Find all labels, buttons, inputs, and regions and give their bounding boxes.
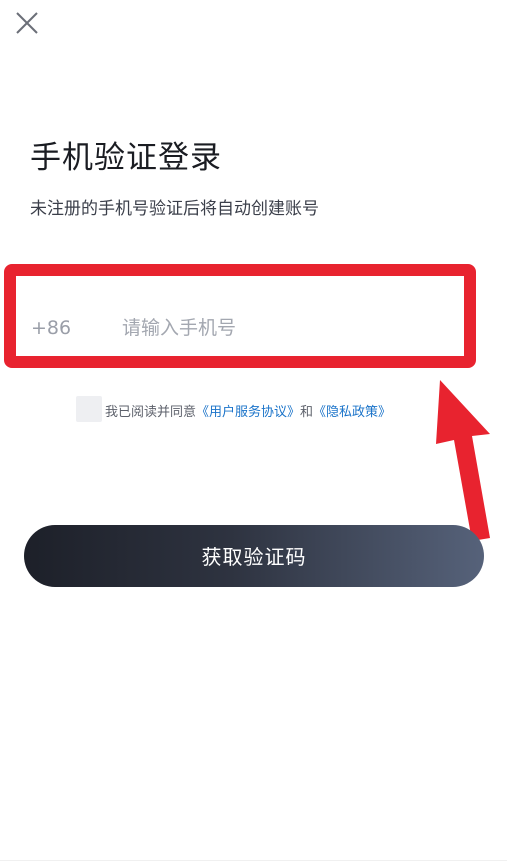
user-agreement-link[interactable]: 《用户服务协议》 — [196, 405, 300, 420]
page-subtitle: 未注册的手机号验证后将自动创建账号 — [30, 199, 319, 219]
bottom-divider — [0, 860, 507, 861]
close-button[interactable] — [10, 6, 44, 40]
login-page: 手机验证登录 未注册的手机号验证后将自动创建账号 +86 我已阅读并同意《用户服… — [0, 0, 507, 867]
page-title: 手机验证登录 — [30, 140, 222, 176]
close-icon — [16, 12, 38, 34]
agreement-checkbox[interactable] — [76, 396, 102, 422]
phone-input-row: +86 — [4, 264, 476, 368]
country-code[interactable]: +86 — [31, 317, 71, 339]
agreement-prefix: 我已阅读并同意 — [105, 405, 197, 420]
get-code-button[interactable]: 获取验证码 — [24, 525, 484, 587]
agreement-text: 我已阅读并同意《用户服务协议》和《隐私政策》 — [105, 401, 391, 420]
privacy-policy-link[interactable]: 《隐私政策》 — [313, 405, 391, 420]
phone-number-input[interactable] — [122, 308, 452, 348]
annotation-arrow-icon — [436, 380, 490, 541]
agreement-and: 和 — [300, 405, 314, 420]
